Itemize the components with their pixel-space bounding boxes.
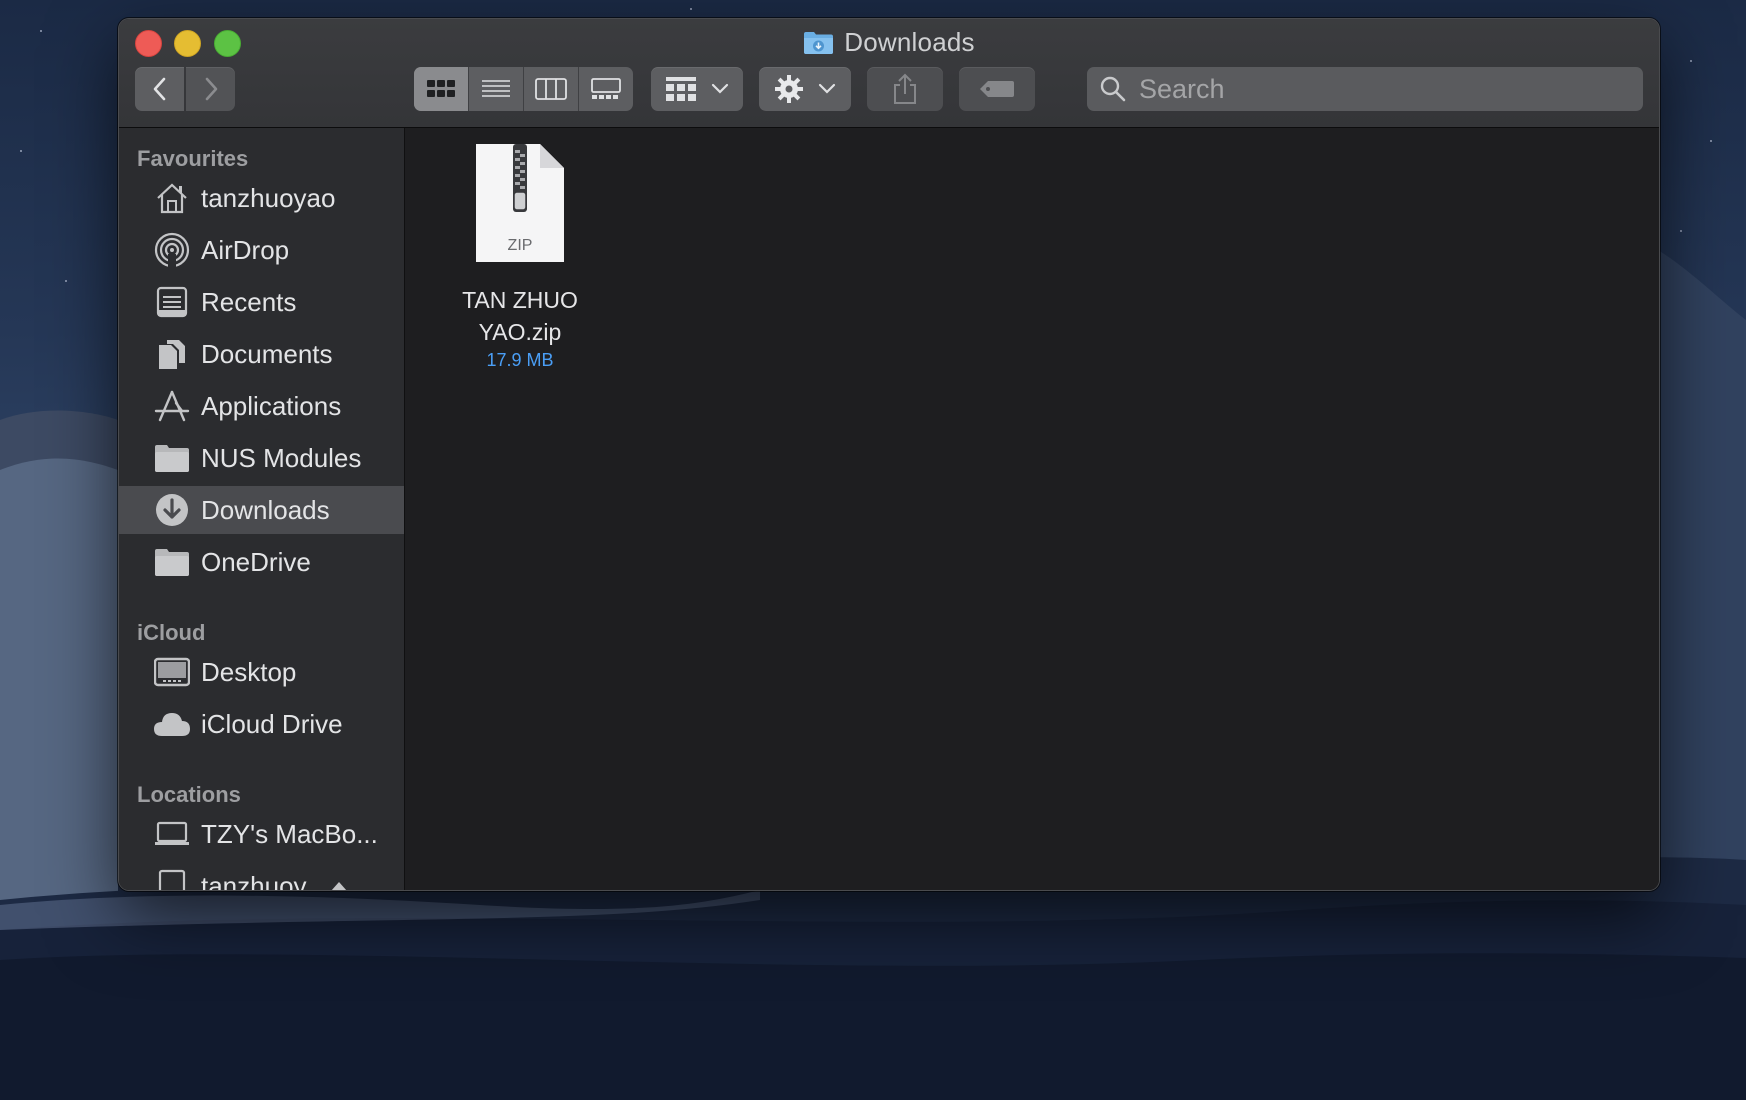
columns-icon xyxy=(535,78,567,100)
sidebar-item-label: tanzhuoy... xyxy=(201,870,327,891)
sidebar-item-label: TZY's MacBo... xyxy=(201,818,378,849)
sidebar-item-nus-modules[interactable]: NUS Modules xyxy=(119,434,404,482)
gallery-view-button[interactable] xyxy=(579,67,633,111)
tags-button[interactable] xyxy=(959,67,1035,111)
window-title: Downloads xyxy=(119,27,1659,58)
file-name: TAN ZHUO YAO.zip xyxy=(445,284,595,348)
group-grid-icon xyxy=(666,77,696,101)
sidebar-item-disk[interactable]: tanzhuoy... xyxy=(119,862,404,890)
file-badge: ZIP xyxy=(508,237,533,254)
sidebar-item-applications[interactable]: Applications xyxy=(119,382,404,430)
sidebar-item-downloads[interactable]: Downloads xyxy=(119,486,404,534)
list-icon xyxy=(482,80,510,97)
share-button[interactable] xyxy=(867,67,943,111)
desktop-background: Downloads Search Favourites tanzhuoyao A… xyxy=(0,0,1746,1100)
search-icon xyxy=(1100,76,1126,102)
file-size: 17.9 MB xyxy=(486,350,554,370)
search-field[interactable] xyxy=(1087,67,1643,111)
action-menu-button[interactable] xyxy=(759,67,851,111)
applications-icon xyxy=(153,389,191,423)
recents-icon xyxy=(153,285,191,319)
documents-icon xyxy=(153,337,191,371)
forward-button[interactable] xyxy=(186,67,235,111)
chevron-down-icon xyxy=(711,83,729,94)
disk-icon xyxy=(153,869,191,890)
chevron-down-icon xyxy=(818,83,836,94)
chevron-left-icon xyxy=(153,77,165,101)
finder-window: Downloads Search Favourites tanzhuoyao A… xyxy=(118,18,1660,891)
sidebar-item-icloud-drive[interactable]: iCloud Drive xyxy=(119,700,404,748)
back-button[interactable] xyxy=(135,67,184,111)
file-browser-area: ZIP TAN ZHUO YAO.zip 17.9 MB xyxy=(405,128,1659,890)
sidebar-section-heading: Favourites xyxy=(137,146,249,171)
file-name-line: TAN ZHUO xyxy=(462,287,578,313)
icon-view-button[interactable] xyxy=(414,67,469,111)
title-bar: Downloads xyxy=(119,19,1659,128)
file-item[interactable]: ZIP TAN ZHUO YAO.zip 17.9 MB xyxy=(445,142,595,371)
view-mode-selector xyxy=(414,67,633,111)
share-icon xyxy=(894,73,916,104)
sidebar-section-heading: iCloud xyxy=(137,620,206,645)
downloads-folder-icon xyxy=(803,30,834,55)
sidebar-item-label: NUS Modules xyxy=(201,442,362,473)
sidebar-item-label: AirDrop xyxy=(201,234,290,265)
desktop-icon xyxy=(153,655,191,689)
sidebar-item-label: Desktop xyxy=(201,656,297,687)
folder-icon xyxy=(153,545,191,579)
sidebar-item-desktop[interactable]: Desktop xyxy=(119,648,404,696)
laptop-icon xyxy=(153,817,191,851)
sidebar-item-label: tanzhuoyao xyxy=(201,182,336,213)
icon-grid-icon xyxy=(427,80,455,97)
zip-file-icon: ZIP xyxy=(476,144,564,262)
cloud-icon xyxy=(153,707,191,741)
eject-icon[interactable] xyxy=(329,872,349,890)
sidebar-item-label: Downloads xyxy=(201,494,330,525)
sidebar-item-label: Applications xyxy=(201,390,342,421)
sidebar-item-macbook[interactable]: TZY's MacBo... xyxy=(119,810,404,858)
home-icon xyxy=(153,181,191,215)
sidebar-section-heading: Locations xyxy=(137,782,241,807)
sidebar-item-label: Recents xyxy=(201,286,297,317)
search-input[interactable] xyxy=(1137,72,1621,106)
tag-icon xyxy=(980,81,1014,97)
sidebar-item-documents[interactable]: Documents xyxy=(119,330,404,378)
sidebar-item-home[interactable]: tanzhuoyao xyxy=(119,174,404,222)
group-by-button[interactable] xyxy=(651,67,743,111)
sidebar-item-label: iCloud Drive xyxy=(201,708,343,739)
sidebar-item-onedrive[interactable]: OneDrive xyxy=(119,538,404,586)
gallery-icon xyxy=(591,78,621,99)
sidebar-item-recents[interactable]: Recents xyxy=(119,278,404,326)
list-view-button[interactable] xyxy=(469,67,524,111)
column-view-button[interactable] xyxy=(524,67,579,111)
sidebar: Favourites tanzhuoyao AirDrop Recents Do… xyxy=(119,128,405,890)
folder-icon xyxy=(153,441,191,475)
downloads-icon xyxy=(153,493,191,527)
airdrop-icon xyxy=(153,232,191,268)
chevron-right-icon xyxy=(205,77,217,101)
sidebar-item-label: OneDrive xyxy=(201,546,311,577)
file-name-line: YAO.zip xyxy=(478,319,562,345)
sidebar-item-airdrop[interactable]: AirDrop xyxy=(119,226,404,274)
window-title-text: Downloads xyxy=(844,27,975,57)
sidebar-item-label: Documents xyxy=(201,338,333,369)
gear-icon xyxy=(775,75,803,103)
